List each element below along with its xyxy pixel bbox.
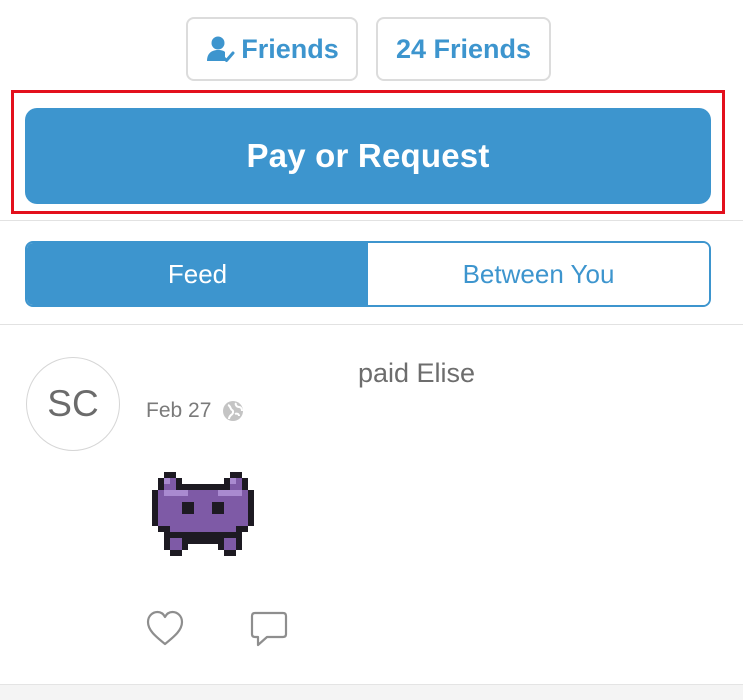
- comment-icon[interactable]: [249, 609, 289, 649]
- story-text[interactable]: paid Elise: [358, 358, 475, 389]
- avatar[interactable]: SC: [26, 357, 120, 451]
- feed-tabs: Feed Between You: [25, 241, 711, 307]
- divider: [0, 220, 743, 221]
- feed-separator: [0, 684, 743, 700]
- story-date: Feb 27: [146, 399, 212, 422]
- tab-feed[interactable]: Feed: [27, 243, 368, 305]
- friends-count-button[interactable]: 24 Friends: [376, 17, 551, 81]
- divider: [0, 324, 743, 325]
- friend-check-icon: [207, 36, 235, 62]
- friends-count-label: 24 Friends: [395, 33, 532, 64]
- heart-icon[interactable]: [145, 609, 185, 647]
- alien-monster-emoji: [152, 472, 254, 556]
- avatar-initials: SC: [47, 383, 99, 424]
- pay-or-request-label: Pay or Request: [246, 137, 490, 174]
- globe-icon: [223, 401, 244, 421]
- story-meta: Feb 27: [146, 399, 244, 423]
- friends-row: Friends 24 Friends: [0, 17, 743, 83]
- tab-between-you-label: Between You: [462, 258, 615, 289]
- friends-button-label: Friends: [241, 33, 339, 64]
- tab-feed-label: Feed: [167, 258, 228, 289]
- friends-button[interactable]: Friends: [186, 17, 358, 81]
- profile-screen: Friends 24 Friends Pay or Request Feed B…: [0, 0, 743, 700]
- pay-or-request-button[interactable]: Pay or Request: [25, 108, 711, 204]
- tab-between-you[interactable]: Between You: [368, 243, 709, 305]
